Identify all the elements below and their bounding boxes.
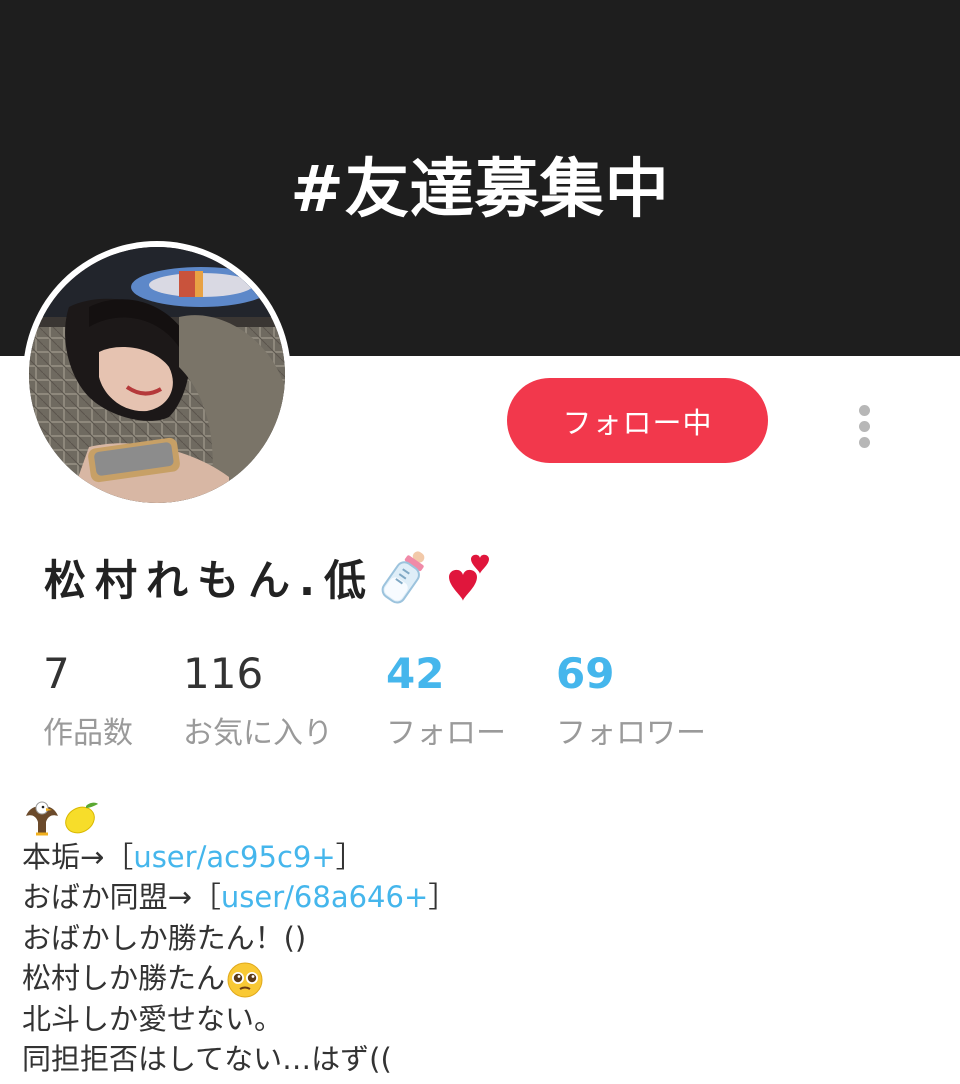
stat-posts-label: 作品数: [43, 716, 133, 751]
bio-line-main-account: 本垢→［user/ac95c9+］: [22, 837, 942, 878]
alliance-account-link[interactable]: user/68a646+: [221, 880, 428, 914]
bio-emoji: [26, 801, 98, 836]
stat-posts[interactable]: 7 作品数: [43, 648, 133, 754]
stat-following[interactable]: 42 フォロー: [386, 648, 506, 754]
name-emoji: [381, 551, 489, 604]
bio-line-1-prefix: 本垢→［: [22, 839, 134, 874]
stat-following-value: 42: [386, 649, 445, 698]
bio-line-2-prefix: おばか同盟→［: [22, 880, 221, 914]
stat-followers-label: フォロワー: [556, 716, 706, 751]
profile-name-row: 松村れもん.低: [44, 542, 497, 612]
avatar[interactable]: [23, 241, 291, 509]
stat-following-label: フォロー: [386, 716, 506, 751]
bio-line-2-suffix: ］: [428, 880, 458, 914]
profile-name: 松村れもん.低: [44, 555, 375, 605]
following-button[interactable]: フォロー中: [507, 378, 768, 463]
stat-posts-value: 7: [43, 649, 70, 698]
bio-line-3: おばかしか勝たん！(): [22, 920, 307, 955]
bio-line-5: 北斗しか愛せない。: [22, 1001, 284, 1036]
profile-bio: 本垢→［user/ac95c9+］ おばか同盟→［user/68a646+］ お…: [22, 796, 942, 1080]
baby-bottle-icon: [381, 551, 425, 604]
bio-line-alliance: おばか同盟→［user/68a646+］: [22, 877, 942, 918]
eagle-icon: [26, 801, 58, 836]
stat-followers-value: 69: [556, 649, 615, 698]
bio-line-1-suffix: ］: [335, 839, 365, 874]
bio-emoji-line: [22, 796, 942, 837]
stat-favorites[interactable]: 116 お気に入り: [183, 648, 333, 754]
stat-favorites-value: 116: [183, 649, 264, 698]
stat-followers[interactable]: 69 フォロワー: [556, 648, 706, 754]
vertical-ellipsis-icon[interactable]: [846, 400, 882, 452]
bio-line-4: 松村しか勝たん: [22, 958, 942, 999]
pleading-face-icon: [227, 962, 263, 998]
stat-favorites-label: お気に入り: [183, 716, 333, 751]
profile-screen: #友達募集中 フォロー中 松村れもん.低 7 作品数 116 お気に入り 42 …: [0, 0, 960, 1084]
bio-line-4-text: 松村しか勝たん: [22, 961, 226, 995]
two-hearts-icon: [448, 554, 489, 601]
banner-text: #友達募集中: [290, 153, 670, 227]
lemon-icon: [65, 802, 98, 834]
bio-line-6: 同担拒否はしてない…はず((: [22, 1042, 392, 1076]
avatar-photo: [29, 247, 285, 503]
main-account-link[interactable]: user/ac95c9+: [133, 840, 335, 874]
